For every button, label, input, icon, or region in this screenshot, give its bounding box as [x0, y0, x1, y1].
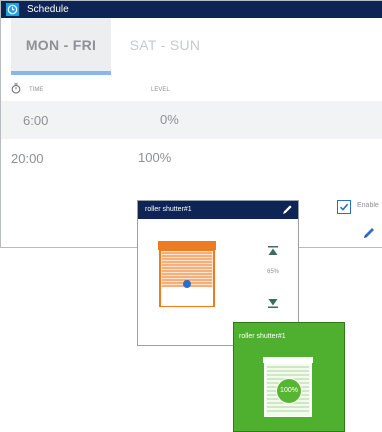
schedule-titlebar: Schedule [1, 1, 382, 18]
table-row[interactable]: 20:00 100% [1, 139, 382, 177]
time-column-header: TIME [29, 87, 44, 93]
tab-mon-fri[interactable]: MON - FRI [11, 18, 111, 75]
clock-icon [6, 3, 19, 16]
shutter-tile[interactable]: roller shutter#1 100% [233, 322, 345, 432]
timer-icon [11, 83, 21, 96]
enable-toggle[interactable]: Enable [337, 200, 382, 214]
window-title: Schedule [27, 4, 69, 15]
shutter-card-header: roller shutter#1 [138, 201, 298, 219]
day-tabs: MON - FRI SAT - SUN [1, 18, 382, 75]
edit-icon[interactable] [282, 204, 293, 217]
row-time: 6:00 [23, 113, 49, 128]
level-column-header: LEVEL [151, 87, 170, 93]
shutter-tile-name: roller shutter#1 [239, 333, 286, 340]
row-level: 0% [160, 112, 179, 127]
enable-label: Enable [357, 202, 379, 209]
tab-sat-sun[interactable]: SAT - SUN [123, 18, 207, 71]
enable-checkbox[interactable] [337, 200, 351, 214]
table-row[interactable]: 6:00 0% [1, 101, 382, 139]
shutter-level-label: 65% [267, 269, 280, 275]
shutter-card-name: roller shutter#1 [145, 206, 192, 213]
row-level: 100% [138, 150, 172, 165]
row-time: 20:00 [11, 151, 44, 166]
arrow-up-icon[interactable] [268, 243, 278, 261]
arrow-down-icon[interactable] [268, 295, 278, 313]
shutter-tile-level: 100% [276, 378, 302, 404]
edit-icon[interactable] [362, 226, 376, 245]
column-headers: TIME LEVEL [1, 79, 382, 101]
shutter-icon[interactable] [158, 241, 216, 312]
